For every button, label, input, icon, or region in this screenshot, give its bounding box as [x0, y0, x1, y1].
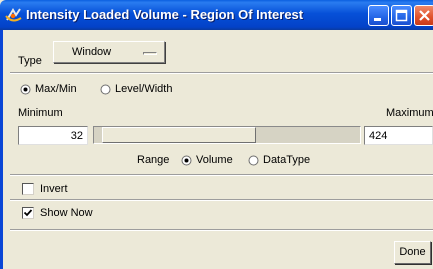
maximize-icon — [395, 9, 408, 22]
show-now-checkbox[interactable] — [22, 207, 34, 219]
invert-checkbox[interactable] — [22, 183, 34, 195]
minimum-input[interactable]: 32 — [18, 126, 88, 145]
show-now-label: Show Now — [40, 207, 93, 219]
radio-level-width[interactable] — [100, 84, 111, 95]
level-width-label: Level/Width — [115, 83, 173, 95]
checkmark-icon — [23, 209, 33, 217]
radio-datatype[interactable] — [248, 155, 259, 166]
type-dropdown[interactable]: Window — [53, 41, 165, 63]
max-min-label: Max/Min — [35, 83, 77, 95]
maximize-button[interactable] — [391, 5, 412, 26]
app-icon — [5, 8, 22, 22]
maximum-input[interactable]: 424 — [364, 126, 433, 145]
maximum-value: 424 — [369, 130, 388, 142]
invert-label: Invert — [40, 183, 68, 195]
close-icon — [419, 10, 430, 21]
type-dropdown-value: Window — [72, 46, 112, 58]
done-button[interactable]: Done — [394, 241, 431, 264]
window-frame-left — [0, 30, 3, 269]
volume-label: Volume — [196, 154, 233, 166]
close-button[interactable] — [414, 5, 433, 26]
type-label: Type — [18, 55, 42, 67]
separator — [10, 174, 433, 176]
range-slider-thumb[interactable] — [102, 127, 256, 143]
datatype-label: DataType — [263, 154, 311, 166]
window-title: Intensity Loaded Volume - Region Of Inte… — [26, 7, 304, 22]
range-label: Range — [137, 154, 170, 166]
separator — [10, 199, 433, 201]
radio-max-min[interactable] — [20, 84, 31, 95]
title-bar[interactable]: Intensity Loaded Volume - Region Of Inte… — [0, 0, 433, 30]
radio-volume[interactable] — [181, 155, 192, 166]
minimum-value: 32 — [70, 130, 83, 142]
dropdown-indicator-icon — [143, 52, 157, 55]
separator — [10, 229, 433, 231]
minimum-label: Minimum — [18, 107, 63, 119]
minimize-button[interactable] — [368, 5, 389, 26]
separator — [10, 72, 433, 74]
done-label: Done — [399, 246, 426, 258]
minimize-icon — [374, 18, 381, 21]
maximum-label: Maximum — [386, 107, 433, 119]
range-slider[interactable] — [93, 126, 361, 144]
